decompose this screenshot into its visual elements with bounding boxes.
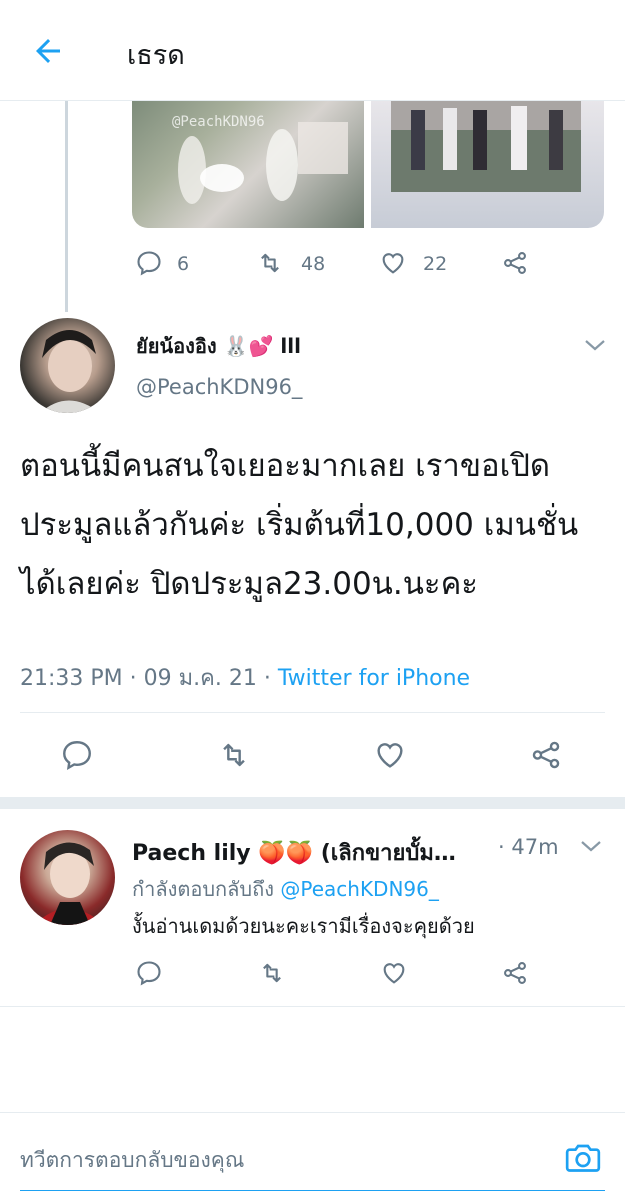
reply-count: 6 [177,253,190,275]
image-scene [391,100,581,192]
chevron-down-icon[interactable] [582,335,608,355]
meta-separator: · [129,666,137,691]
divider [20,712,605,713]
tweet-date: 09 ม.ค. 21 [143,666,257,691]
reply-compose-input[interactable] [20,1140,540,1180]
tweet-media-image-2[interactable] [371,100,604,228]
retweet-icon[interactable] [256,249,284,277]
arrow-left-icon[interactable] [30,33,66,69]
avatar-portrait [40,330,100,413]
replying-to-handle[interactable]: @PeachKDN96_ [280,877,439,901]
like-count: 22 [423,253,448,275]
section-separator [0,797,625,809]
replying-to-label: กำลังตอบกลับถึง [132,877,274,901]
thread-connector-line [65,100,68,312]
reply-icon[interactable] [135,959,163,987]
heart-icon[interactable] [373,738,407,772]
camera-icon[interactable] [563,1138,603,1178]
reply-text: งั้นอ่านเดมด้วยนะคะเรามีเรื่องจะคุยด้วย [132,914,475,938]
retweet-icon[interactable] [217,738,251,772]
tweet-time: 21:33 PM [20,666,123,691]
top-bar: เธรด [0,0,625,101]
image-scene [178,122,348,204]
avatar[interactable] [20,318,115,413]
avatar-portrait [34,842,104,925]
replying-to: กำลังตอบกลับถึง @PeachKDN96_ [132,873,439,905]
tweet-media-image-1[interactable]: @PeachKDN96 [132,100,364,228]
retweet-count: 48 [301,253,326,275]
chevron-down-icon[interactable] [578,836,604,856]
author-display-name[interactable]: ยัยน้องอิง 🐰💕 lll [136,330,301,362]
reply-icon[interactable] [135,249,163,277]
reply-author-name[interactable]: Paech lily 🍑🍑 (เลิกขายบั้ม… [132,835,456,870]
retweet-icon[interactable] [258,959,286,987]
author-handle[interactable]: @PeachKDN96_ [136,375,302,399]
reply-icon[interactable] [60,738,94,772]
divider [0,1112,625,1113]
heart-icon[interactable] [380,959,408,987]
meta-separator: · [263,666,271,691]
reply-time: · 47m [498,835,559,859]
tweet-meta: 21:33 PM · 09 ม.ค. 21 · Twitter for iPho… [20,660,470,695]
tweet-text: ตอนนี้มีคนสนใจเยอะมากเลย เราขอเปิดประมูล… [20,448,579,602]
page-title: เธรด [127,40,185,71]
compose-underline [20,1190,605,1191]
heart-icon[interactable] [379,249,407,277]
share-icon[interactable] [501,959,529,987]
tweet-source-link[interactable]: Twitter for iPhone [278,666,470,691]
avatar[interactable] [20,830,115,925]
share-icon[interactable] [501,249,529,277]
share-icon[interactable] [529,738,563,772]
divider [0,1006,625,1007]
